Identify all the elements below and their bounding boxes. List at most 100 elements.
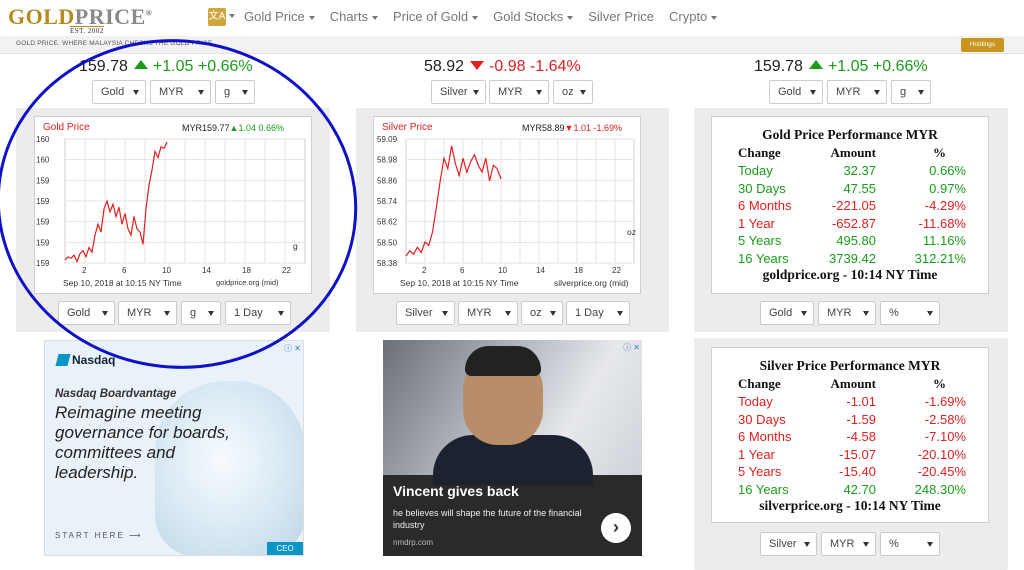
- perf-metal-select[interactable]: Gold: [760, 301, 814, 325]
- ad-choices-icon[interactable]: ⓘ ✕: [284, 343, 301, 354]
- silver-chart[interactable]: 59.09 58.98 58.86 58.74 58.62 58.50 58.38 2 6 10 1…: [373, 116, 641, 294]
- chevron-down-icon[interactable]: [229, 14, 235, 18]
- silver-chart-percent: -1.69%: [593, 123, 623, 133]
- silver-performance-footer: silverprice.org - 10:14 NY Time: [759, 498, 941, 513]
- y-tick-label: 58.86: [377, 176, 398, 185]
- gold-price-percent: +0.66%: [197, 58, 253, 75]
- table-row: 6 Months -4.58 -7.10%: [738, 429, 966, 446]
- nasdaq-ad[interactable]: Nasdaq Nasdaq Boardvantage Reimagine mee…: [44, 340, 304, 556]
- y-tick-label: 58.98: [377, 156, 398, 165]
- nav-item-crypto[interactable]: Crypto: [669, 0, 718, 36]
- ad-cta[interactable]: START HERE ⟶: [55, 531, 142, 540]
- ad-choices-icon[interactable]: ⓘ ✕: [623, 342, 640, 353]
- table-row: Today -1.01 -1.69%: [738, 394, 966, 411]
- chart-range-select-silver[interactable]: 1 Day: [566, 301, 630, 325]
- ad-headline: Vincent gives back: [393, 483, 519, 499]
- metal-select[interactable]: Gold: [92, 80, 146, 104]
- header-change: Change: [738, 376, 781, 391]
- gold-performance-table: Gold Price Performance MYR Change Amount…: [711, 116, 989, 294]
- silver-chart-date: Sep 10, 2018 at 10:15 NY Time: [400, 278, 519, 288]
- y-tick-label: 159: [36, 259, 50, 268]
- ad-body: he believes will shape the future of the…: [393, 508, 582, 530]
- nav-item-gold-price[interactable]: Gold Price: [244, 0, 315, 36]
- y-tick-label: 159: [36, 176, 50, 185]
- gold-chart-date: Sep 10, 2018 at 10:15 NY Time: [63, 278, 182, 288]
- nasdaq-logo-text: Nasdaq: [72, 353, 116, 367]
- nav-item-label: Gold Price: [244, 9, 305, 24]
- chevron-down-icon: [372, 15, 378, 20]
- chevron-down-icon: [711, 15, 718, 20]
- nav-item-gold-stocks[interactable]: Gold Stocks: [493, 0, 574, 36]
- gold-chart-change: 1.04: [238, 123, 256, 133]
- currency-select-right[interactable]: MYR: [827, 80, 887, 104]
- gold-chart-percent: 0.66%: [258, 123, 285, 133]
- gold-chart-unit: g: [293, 241, 298, 251]
- row-amount: -1.01: [846, 394, 876, 409]
- silver-performance-table: Silver Price Performance MYR Change Amou…: [711, 347, 989, 523]
- perf-unit-select[interactable]: %: [880, 301, 940, 325]
- gold-price-percent-right: +0.66%: [872, 58, 928, 75]
- chart-metal-select[interactable]: Gold: [58, 301, 115, 325]
- row-amount: 47.55: [843, 180, 876, 196]
- chevron-down-icon: [308, 15, 315, 20]
- table-row: 16 Years 42.70 248.30%: [738, 482, 966, 499]
- y-tick-label: 160: [36, 135, 50, 144]
- gold-chart[interactable]: 160 160 159 159 159 159 159 2 6 10 14 18 22 Gold Pri…: [34, 116, 312, 294]
- perf-currency-select[interactable]: MYR: [818, 301, 876, 325]
- chart-currency-select[interactable]: MYR: [118, 301, 177, 325]
- perf-metal-select-silver[interactable]: Silver: [760, 532, 817, 556]
- holdings-button[interactable]: Holdings: [961, 38, 1004, 52]
- unit-select[interactable]: g: [215, 80, 255, 104]
- nav-item-label: Crypto: [669, 9, 708, 24]
- currency-select-silver[interactable]: MYR: [489, 80, 549, 104]
- gold-performance-footer: goldprice.org - 10:14 NY Time: [762, 267, 938, 282]
- vincent-ad[interactable]: Vincent gives back he believes will shap…: [383, 340, 642, 556]
- chart-unit-select[interactable]: g: [181, 301, 221, 325]
- x-tick-label: 18: [574, 266, 583, 275]
- chart-metal-select-silver[interactable]: Silver: [396, 301, 455, 325]
- table-row: 5 Years -15.40 -20.45%: [738, 464, 966, 481]
- nav-item-silver-price[interactable]: Silver Price: [588, 0, 654, 36]
- top-nav: GOLDPRICE® EST. 2002 文A Gold Price Charts…: [0, 0, 1024, 36]
- unit-select-right[interactable]: g: [891, 80, 931, 104]
- row-amount: 42.70: [843, 481, 876, 497]
- metal-select-right[interactable]: Gold: [769, 80, 823, 104]
- chart-currency-select-silver[interactable]: MYR: [458, 301, 518, 325]
- row-pct: -1.69%: [924, 394, 966, 409]
- y-tick-label: 160: [36, 156, 50, 165]
- gold-price-value-right: 159.78: [754, 58, 803, 75]
- currency-select[interactable]: MYR: [150, 80, 211, 104]
- gold-price-line-right: 159.78 +1.05 +0.66%: [754, 58, 928, 78]
- nav-item-price-of-gold[interactable]: Price of Gold: [393, 0, 479, 36]
- goldprice-logo[interactable]: GOLDPRICE® EST. 2002: [8, 4, 193, 35]
- y-tick-label: 58.38: [377, 259, 398, 268]
- chevron-right-icon[interactable]: ›: [601, 513, 631, 543]
- x-tick-label: 6: [460, 266, 465, 275]
- table-row: 30 Days 47.55 0.97%: [738, 181, 966, 198]
- chart-range-select[interactable]: 1 Day: [225, 301, 291, 325]
- unit-select-silver[interactable]: oz: [553, 80, 593, 104]
- row-amount: 3739.42: [829, 250, 876, 266]
- row-amount: -4.58: [846, 429, 876, 444]
- row-pct: -7.10%: [924, 429, 966, 444]
- perf-currency-select-silver[interactable]: MYR: [821, 532, 876, 556]
- metal-select-silver[interactable]: Silver: [431, 80, 486, 104]
- translate-icon[interactable]: 文A: [208, 8, 226, 26]
- logo-est-text: EST. 2002: [70, 26, 104, 35]
- gold-chart-value: MYR159.77▲1.04 0.66%: [182, 123, 284, 133]
- ad-subtitle: Nasdaq Boardvantage: [55, 388, 177, 400]
- arrow-down-icon: [470, 61, 485, 71]
- row-label: 1 Year: [738, 215, 775, 231]
- ad-photo: [383, 340, 642, 485]
- table-row: 30 Days -1.59 -2.58%: [738, 412, 966, 429]
- row-amount: -221.05: [831, 198, 876, 213]
- gold-performance-title: Gold Price Performance MYR: [762, 127, 938, 142]
- nav-item-charts[interactable]: Charts: [330, 0, 378, 36]
- chevron-down-icon: [567, 15, 574, 20]
- perf-unit-select-silver[interactable]: %: [880, 532, 940, 556]
- row-amount: -15.07: [839, 446, 876, 462]
- x-tick-label: 18: [242, 266, 251, 275]
- row-pct: 0.97%: [929, 180, 966, 196]
- chart-unit-select-silver[interactable]: oz: [521, 301, 563, 325]
- arrow-up-icon: [133, 60, 148, 69]
